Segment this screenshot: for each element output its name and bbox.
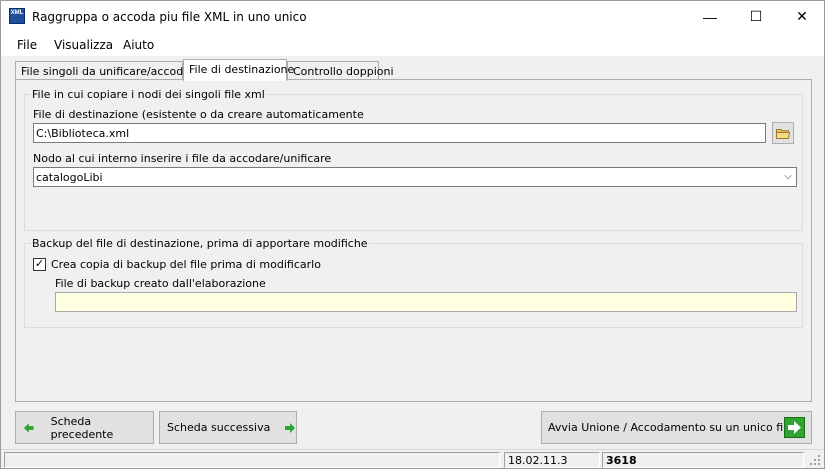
close-button[interactable]: ✕ [779,1,825,32]
window-title: Raggruppa o accoda piu file XML in uno u… [32,10,307,24]
node-combobox[interactable]: catalogoLibi ⌵ [33,167,797,187]
tab-controllo-doppioni[interactable]: Controllo doppioni [287,61,394,80]
arrow-left-icon [24,422,34,433]
next-tab-button[interactable]: Scheda successiva [159,411,297,444]
previous-tab-button[interactable]: Scheda precedente [15,411,154,444]
group-destination-title: File in cui copiare i nodi dei singoli f… [31,88,266,101]
menu-file[interactable]: File [17,38,37,52]
menu-visualizza[interactable]: Visualizza [54,38,113,52]
app-window: XML Raggruppa o accoda piu file XML in u… [0,0,825,469]
node-label: Nodo al cui interno inserire i file da a… [33,152,332,165]
resize-grip-icon[interactable] [810,455,820,465]
backup-checkbox-label[interactable]: Crea copia di backup del file prima di m… [51,258,321,271]
status-count: 3618 [602,452,804,468]
backup-file-field [55,292,797,312]
previous-tab-label: Scheda precedente [50,414,114,441]
dest-file-label: File di destinazione (esistente o da cre… [33,108,364,121]
group-destination: File in cui copiare i nodi dei singoli f… [24,88,803,231]
app-xml-icon: XML [9,8,25,24]
status-bar: 18.02.11.3 3618 [1,449,824,468]
folder-icon [776,128,790,139]
group-backup: Backup del file di destinazione, prima d… [24,237,803,328]
tab-panel: File in cui copiare i nodi dei singoli f… [15,79,812,402]
dest-file-input[interactable]: C:\Biblioteca.xml [33,123,766,143]
backup-file-label: File di backup creato dall'elaborazione [55,277,266,290]
node-combobox-value: catalogoLibi [36,171,103,184]
minimize-button[interactable]: — [687,1,733,32]
tab-file-destinazione[interactable]: File di destinazione [183,59,294,81]
status-version: 18.02.11.3 [504,452,600,468]
menu-aiuto[interactable]: Aiuto [123,38,154,52]
start-merge-label: Avvia Unione / Accodamento su un unico f… [548,421,793,434]
group-backup-title: Backup del file di destinazione, prima d… [31,237,369,250]
menu-bar: File Visualizza Aiuto [1,32,824,56]
tab-file-singoli[interactable]: File singoli da unificare/accodare [15,61,201,80]
chevron-down-icon[interactable]: ⌵ [784,171,792,182]
arrow-right-icon [285,422,296,433]
maximize-button[interactable]: ☐ [733,1,779,32]
title-bar: XML Raggruppa o accoda piu file XML in u… [1,1,824,32]
browse-folder-button[interactable] [772,122,794,144]
backup-checkbox[interactable]: ✓ [33,258,46,271]
next-tab-label: Scheda successiva [167,421,271,434]
run-arrow-icon [784,417,805,438]
start-merge-button[interactable]: Avvia Unione / Accodamento su un unico f… [541,411,812,444]
status-message [4,452,500,468]
